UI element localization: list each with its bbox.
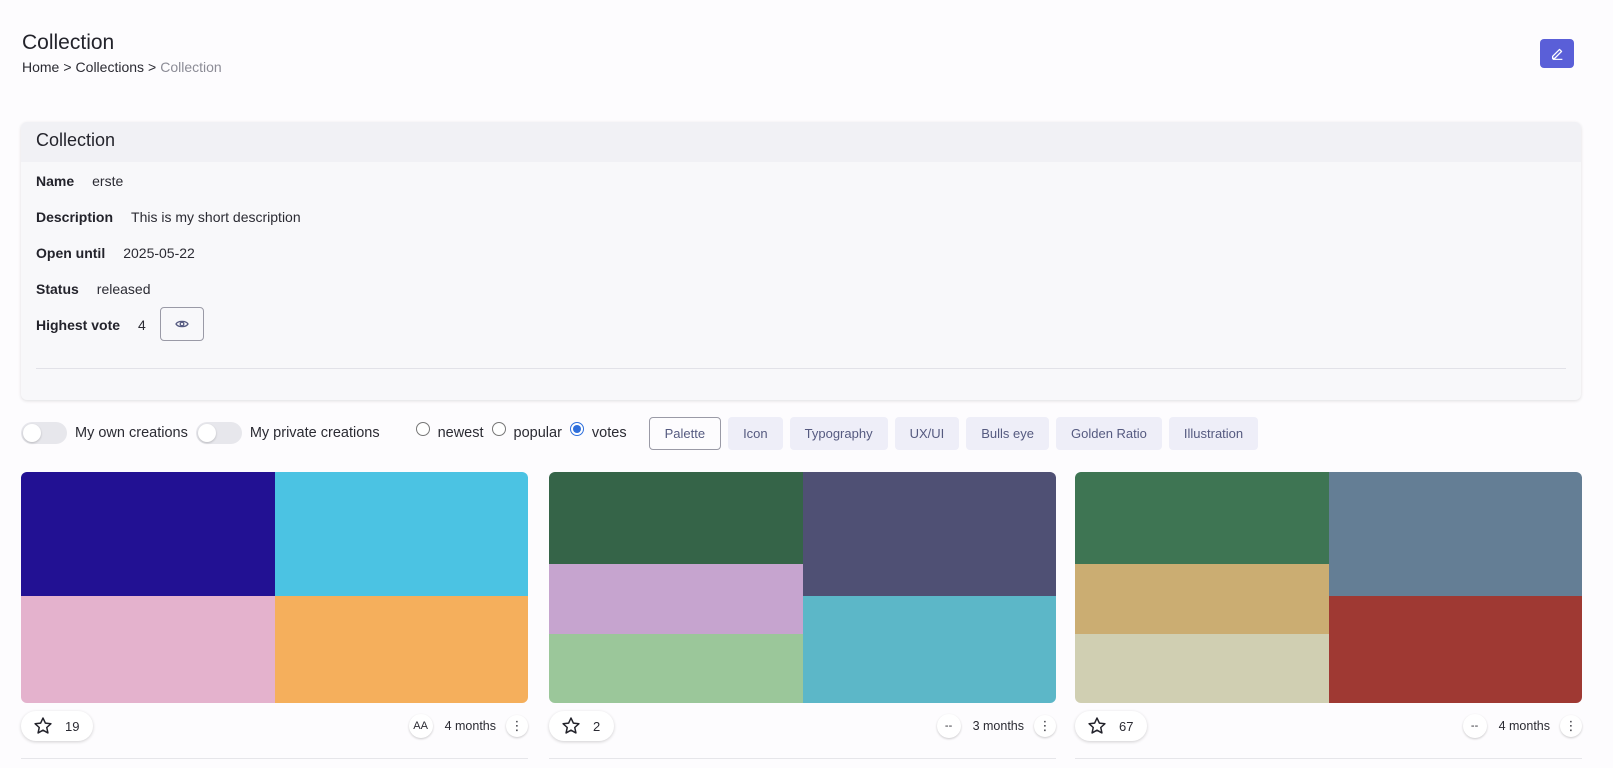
color-block — [274, 472, 528, 596]
color-block — [802, 595, 1056, 703]
time-ago: 3 months — [972, 719, 1024, 733]
creation-tile[interactable]: 67 -- 4 months ⋮ — [1075, 472, 1582, 759]
radio-label: popular — [513, 425, 562, 441]
field-value: erste — [92, 173, 124, 189]
chip-palette[interactable]: Palette — [648, 416, 722, 450]
eye-icon — [175, 320, 189, 328]
tile-divider — [21, 758, 528, 759]
page-title: Collection — [22, 31, 115, 54]
color-block — [549, 564, 803, 634]
tile-divider — [549, 758, 1056, 759]
star-icon — [562, 717, 580, 734]
chip-typography[interactable]: Typography — [789, 416, 888, 450]
tile-divider — [1075, 758, 1582, 759]
more-vertical-icon: ⋮ — [510, 718, 524, 733]
more-options-button[interactable]: ⋮ — [506, 715, 528, 737]
vote-count: 67 — [1119, 718, 1134, 734]
breadcrumb-home[interactable]: Home — [22, 59, 59, 75]
color-block — [802, 472, 1056, 596]
chip-bulls-eye[interactable]: Bulls eye — [966, 416, 1049, 450]
field-status: Status released — [36, 281, 151, 297]
breadcrumb-collections[interactable]: Collections — [76, 59, 144, 75]
chip-ux-ui[interactable]: UX/UI — [894, 416, 960, 450]
star-icon — [1088, 717, 1106, 734]
more-options-button[interactable]: ⋮ — [1560, 715, 1582, 737]
color-block — [21, 595, 275, 703]
more-vertical-icon: ⋮ — [1564, 718, 1578, 733]
chip-illustration[interactable]: Illustration — [1168, 416, 1259, 450]
tile-meta: AA 4 months ⋮ — [408, 714, 528, 738]
chip-icon[interactable]: Icon — [728, 416, 783, 450]
more-vertical-icon: ⋮ — [1038, 718, 1052, 733]
toggle-label: My own creations — [75, 425, 188, 441]
field-value: 2025-05-22 — [123, 245, 195, 261]
avatar[interactable]: AA — [408, 714, 433, 738]
color-block — [1075, 564, 1329, 634]
palette-preview[interactable] — [1075, 472, 1582, 703]
field-open-until: Open until 2025-05-22 — [36, 245, 195, 261]
color-block — [549, 472, 803, 565]
toggle-private-creations[interactable] — [195, 422, 242, 444]
tile-footer: 2 -- 3 months ⋮ — [549, 711, 1056, 741]
chip-golden-ratio[interactable]: Golden Ratio — [1056, 416, 1162, 450]
color-block — [21, 472, 275, 596]
creation-tile[interactable]: 19 AA 4 months ⋮ — [21, 472, 528, 759]
palette-preview[interactable] — [21, 472, 528, 703]
field-value: released — [96, 281, 151, 297]
time-ago: 4 months — [444, 719, 496, 733]
pencil-icon — [1551, 48, 1562, 60]
field-label: Name — [36, 173, 75, 189]
color-block — [1075, 472, 1329, 565]
color-block — [1075, 633, 1329, 703]
field-highest-vote: Highest vote 4 — [36, 307, 204, 341]
toggle-own-creations[interactable] — [21, 422, 67, 444]
field-label: Highest vote — [36, 317, 121, 333]
field-label: Description — [36, 209, 114, 225]
field-name: Name erste — [36, 173, 123, 189]
card-title: Collection — [21, 122, 1581, 162]
tile-meta: -- 3 months ⋮ — [936, 714, 1056, 738]
color-block — [549, 633, 803, 703]
palette-preview[interactable] — [549, 472, 1056, 703]
breadcrumb-separator: > — [148, 59, 157, 75]
color-block — [1328, 472, 1582, 596]
vote-count: 2 — [593, 718, 601, 734]
breadcrumb-separator: > — [63, 59, 72, 75]
vote-button[interactable]: 2 — [549, 711, 615, 741]
radio-newest[interactable] — [415, 422, 430, 436]
breadcrumb: Home > Collections > Collection — [22, 59, 222, 75]
field-description: Description This is my short description — [36, 209, 301, 225]
radio-votes[interactable] — [569, 422, 584, 436]
view-highest-vote-button[interactable] — [159, 307, 204, 341]
edit-button[interactable] — [1540, 39, 1574, 68]
field-label: Status — [36, 281, 79, 297]
avatar[interactable]: -- — [1462, 714, 1487, 738]
card-divider — [36, 368, 1566, 369]
field-value: 4 — [138, 317, 146, 333]
tile-footer: 67 -- 4 months ⋮ — [1075, 711, 1582, 741]
field-value: This is my short description — [131, 209, 301, 225]
vote-count: 19 — [65, 718, 80, 734]
color-block — [1328, 595, 1582, 703]
radio-label: votes — [591, 425, 627, 441]
avatar[interactable]: -- — [936, 714, 961, 738]
radio-popular[interactable] — [491, 422, 506, 436]
filter-toolbar: My own creations My private creations ne… — [21, 416, 1265, 450]
vote-button[interactable]: 19 — [21, 711, 94, 741]
tile-footer: 19 AA 4 months ⋮ — [21, 711, 528, 741]
time-ago: 4 months — [1498, 719, 1550, 733]
breadcrumb-current: Collection — [160, 59, 222, 75]
field-label: Open until — [36, 245, 106, 261]
toggle-label: My private creations — [249, 425, 380, 441]
radio-label: newest — [437, 425, 484, 441]
star-icon — [34, 717, 52, 734]
color-block — [274, 595, 528, 703]
vote-button[interactable]: 67 — [1075, 711, 1148, 741]
creation-tile[interactable]: 2 -- 3 months ⋮ — [549, 472, 1056, 759]
tile-meta: -- 4 months ⋮ — [1462, 714, 1582, 738]
more-options-button[interactable]: ⋮ — [1034, 715, 1056, 737]
collection-card: Collection Name erste Description This i… — [21, 122, 1581, 400]
